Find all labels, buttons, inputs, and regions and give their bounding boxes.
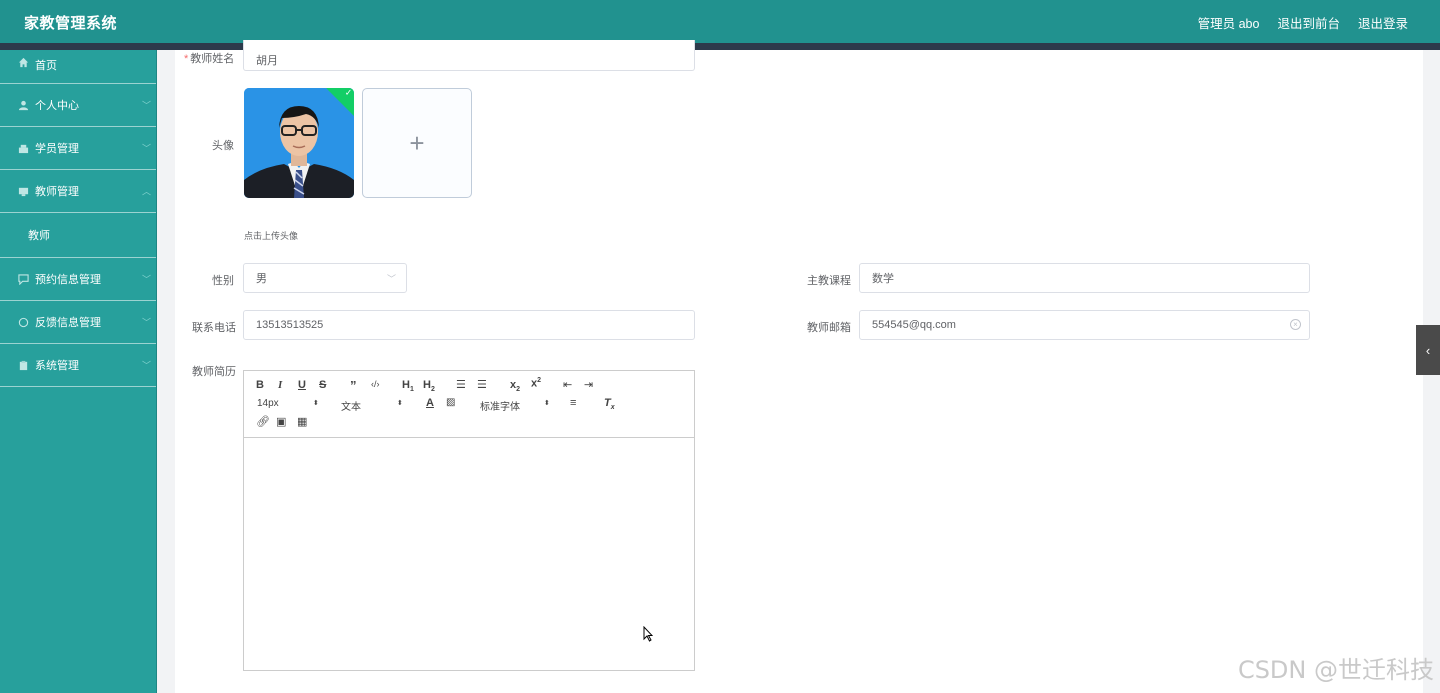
- chat-icon: [16, 273, 30, 285]
- gender-select-value: 男: [256, 273, 267, 285]
- mouse-cursor-icon: [643, 626, 653, 642]
- link-icon[interactable]: 🔗︎: [256, 415, 270, 428]
- phone-label: 联系电话: [192, 322, 236, 334]
- clear-icon[interactable]: ×: [1290, 319, 1301, 330]
- name-input[interactable]: 胡月: [243, 40, 695, 71]
- sidebar-item-teachers[interactable]: 教师管理 ︿: [0, 170, 156, 213]
- name-input-value: 胡月: [256, 55, 278, 67]
- rich-text-editor: B I U S ” ‹/› H1 H2 ☰ ☰ x2 x2 ⇤ ⇥ 14px ⬍…: [243, 370, 695, 671]
- font-size-select[interactable]: 14px ⬍: [257, 398, 323, 409]
- video-icon[interactable]: ▦: [297, 415, 307, 428]
- strikethrough-icon[interactable]: S: [319, 379, 326, 391]
- sidebar-subitem-teacher[interactable]: 教师: [0, 213, 156, 258]
- plus-icon: +: [409, 127, 425, 158]
- chevron-down-icon: ﹀: [386, 274, 396, 284]
- editor-toolbar: B I U S ” ‹/› H1 H2 ☰ ☰ x2 x2 ⇤ ⇥ 14px ⬍…: [244, 371, 694, 438]
- course-input-value: 数学: [872, 273, 894, 285]
- sidebar-item-label: 系统管理: [35, 360, 79, 372]
- user-icon: [16, 100, 30, 111]
- home-icon: [16, 57, 30, 68]
- chevron-left-icon: ‹: [1425, 342, 1431, 358]
- bio-label: 教师简历: [192, 366, 236, 378]
- select-caret-icon: ⬍: [313, 400, 319, 407]
- code-block-icon[interactable]: ‹/›: [371, 379, 380, 389]
- avatar-thumbnail[interactable]: ✓: [244, 88, 354, 198]
- back-to-front-link[interactable]: 退出到前台: [1277, 13, 1340, 32]
- ordered-list-icon[interactable]: ☰: [456, 378, 466, 391]
- sidebar-item-label: 教师: [28, 230, 50, 242]
- course-input[interactable]: 数学: [859, 263, 1310, 293]
- header-divider: [0, 43, 1440, 50]
- subscript-icon[interactable]: x2: [510, 379, 520, 393]
- gender-select[interactable]: 男 ﹀: [243, 263, 407, 293]
- name-label: * 教师姓名: [184, 53, 235, 65]
- chevron-up-icon: ︿: [141, 186, 151, 197]
- phone-input-value: 13513513525: [256, 319, 324, 331]
- email-input-value: 554545@qq.com: [872, 319, 956, 331]
- select-caret-icon: ⬍: [397, 400, 403, 407]
- watermark: CSDN @世迁科技: [1237, 656, 1434, 684]
- select-caret-icon: ⬍: [544, 400, 550, 407]
- sidebar-item-label: 学员管理: [35, 143, 79, 155]
- background-color-icon[interactable]: ▨: [446, 397, 455, 408]
- upload-avatar-button[interactable]: +: [362, 88, 472, 198]
- sidebar-item-label: 首页: [35, 60, 57, 72]
- blockquote-icon[interactable]: ”: [350, 378, 357, 393]
- phone-input[interactable]: 13513513525: [243, 310, 695, 340]
- teacher-photo: [244, 88, 354, 198]
- feedback-icon: [16, 317, 30, 328]
- paragraph-select[interactable]: 文本 ⬍: [341, 398, 407, 413]
- teacher-form: * 教师姓名 胡月 头像 ✓ + 点击上传头像 性别 男 ﹀ 主教课程 数学 联…: [175, 40, 1423, 693]
- admin-user-label: 管理员 abo: [1197, 17, 1260, 31]
- editor-content-area[interactable]: [244, 438, 694, 670]
- settings-icon: [16, 360, 30, 371]
- chevron-down-icon: ﹀: [141, 360, 151, 371]
- underline-icon[interactable]: U: [298, 379, 306, 391]
- sidebar-item-appointments[interactable]: 预约信息管理 ﹀: [0, 258, 156, 301]
- avatar-label: 头像: [212, 140, 234, 152]
- bullet-list-icon[interactable]: ☰: [477, 378, 487, 391]
- course-label: 主教课程: [807, 275, 851, 287]
- header-actions: 管理员 abo 退出到前台 退出登录: [1198, 13, 1408, 32]
- image-icon[interactable]: ▣: [276, 415, 286, 428]
- gender-label: 性别: [212, 275, 234, 287]
- chevron-down-icon: ﹀: [141, 100, 151, 111]
- heading-2-icon[interactable]: H2: [423, 379, 435, 393]
- sidebar-item-personal-center[interactable]: 个人中心 ﹀: [0, 84, 156, 127]
- heading-1-icon[interactable]: H1: [402, 379, 414, 393]
- superscript-icon[interactable]: x2: [531, 377, 541, 390]
- email-label: 教师邮箱: [807, 322, 851, 334]
- font-color-icon[interactable]: A: [426, 397, 434, 409]
- sidebar-menu: 首页 个人中心 ﹀ 学员管理 ﹀ 教师管理 ︿ 教师 预约信息管理 ﹀ 反馈信息…: [0, 50, 157, 693]
- bold-icon[interactable]: B: [256, 379, 264, 391]
- student-icon: [16, 143, 30, 154]
- align-icon[interactable]: ≡: [570, 397, 576, 409]
- outdent-icon[interactable]: ⇤: [563, 378, 572, 391]
- check-icon: ✓: [344, 88, 353, 98]
- chevron-down-icon: ﹀: [141, 317, 151, 328]
- sidebar-item-label: 反馈信息管理: [35, 317, 101, 329]
- sidebar-item-students[interactable]: 学员管理 ﹀: [0, 127, 156, 170]
- chevron-down-icon: ﹀: [141, 274, 151, 285]
- sidebar-item-home[interactable]: 首页: [0, 50, 156, 84]
- chevron-down-icon: ﹀: [141, 143, 151, 154]
- upload-tip: 点击上传头像: [244, 231, 299, 241]
- logout-link[interactable]: 退出登录: [1358, 13, 1408, 32]
- top-header: 家教管理系统 管理员 abo 退出到前台 退出登录: [0, 0, 1440, 43]
- italic-icon[interactable]: I: [278, 379, 282, 391]
- app-title: 家教管理系统: [24, 15, 118, 32]
- side-panel-toggle[interactable]: ‹: [1416, 325, 1440, 375]
- sidebar-item-label: 预约信息管理: [35, 274, 101, 286]
- sidebar-item-system[interactable]: 系统管理 ﹀: [0, 344, 156, 387]
- email-input[interactable]: 554545@qq.com ×: [859, 310, 1310, 340]
- teacher-icon: [16, 186, 30, 197]
- sidebar-item-feedback[interactable]: 反馈信息管理 ﹀: [0, 301, 156, 344]
- sidebar-item-label: 个人中心: [35, 100, 79, 112]
- indent-icon[interactable]: ⇥: [584, 378, 593, 391]
- font-family-select[interactable]: 标准字体 ⬍: [480, 398, 554, 413]
- sidebar-item-label: 教师管理: [35, 186, 79, 198]
- clear-format-icon[interactable]: Tx: [604, 397, 615, 411]
